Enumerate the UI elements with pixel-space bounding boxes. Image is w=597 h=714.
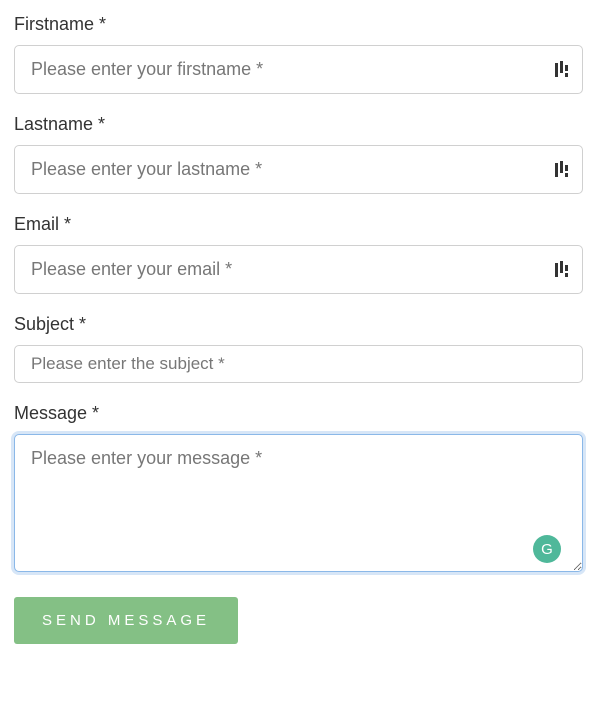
email-input-wrapper (14, 245, 583, 294)
message-label: Message * (14, 403, 583, 424)
contact-form: Firstname * Lastname * (14, 14, 583, 644)
grammarly-icon[interactable]: G (533, 535, 561, 563)
lastname-input[interactable] (14, 145, 583, 194)
message-textarea[interactable] (14, 434, 583, 572)
email-input[interactable] (14, 245, 583, 294)
subject-label: Subject * (14, 314, 583, 335)
firstname-group: Firstname * (14, 14, 583, 94)
lastname-label: Lastname * (14, 114, 583, 135)
lastname-input-wrapper (14, 145, 583, 194)
firstname-label: Firstname * (14, 14, 583, 35)
message-textarea-wrapper: G (14, 434, 583, 577)
lastname-group: Lastname * (14, 114, 583, 194)
grammarly-letter: G (541, 541, 553, 558)
firstname-input[interactable] (14, 45, 583, 94)
send-message-button[interactable]: SEND MESSAGE (14, 597, 238, 644)
email-group: Email * (14, 214, 583, 294)
subject-input[interactable] (14, 345, 583, 383)
message-group: Message * G (14, 403, 583, 577)
subject-group: Subject * (14, 314, 583, 383)
firstname-input-wrapper (14, 45, 583, 94)
email-label: Email * (14, 214, 583, 235)
